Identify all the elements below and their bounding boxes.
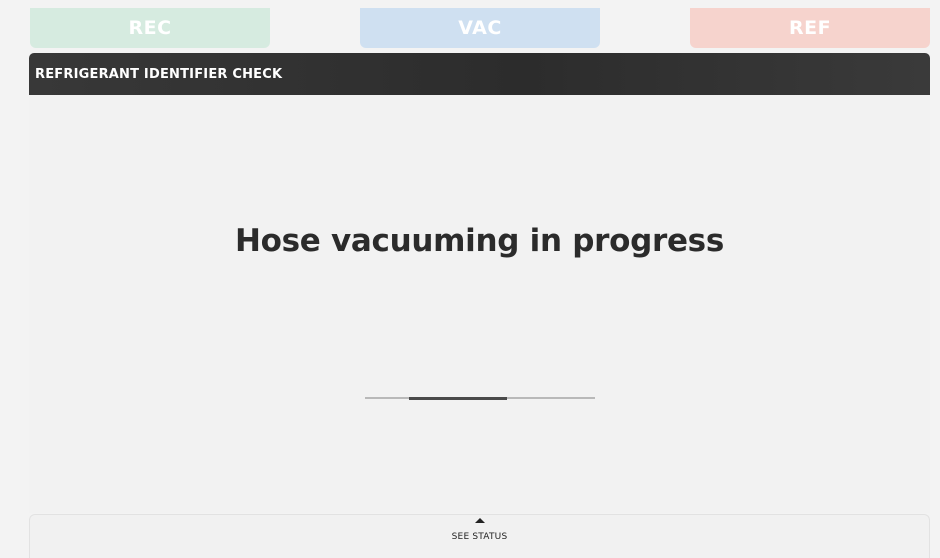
identifier-check-screen: REC VAC REF REFRIGERANT IDENTIFIER CHECK…: [0, 0, 940, 558]
see-status-label: SEE STATUS: [451, 532, 508, 542]
tab-vac[interactable]: VAC: [360, 8, 600, 48]
page-title: REFRIGERANT IDENTIFIER CHECK: [35, 66, 283, 82]
tab-vac-label: VAC: [458, 17, 502, 39]
tab-rec[interactable]: REC: [30, 8, 270, 48]
tab-ref-label: REF: [788, 17, 832, 39]
progress-bar: [365, 396, 595, 400]
status-message: Hose vacuuming in progress: [234, 223, 724, 259]
page-header: REFRIGERANT IDENTIFIER CHECK: [29, 53, 930, 95]
tab-ref[interactable]: REF: [690, 8, 930, 48]
tab-rec-label: REC: [128, 17, 172, 39]
main-panel: Hose vacuuming in progress: [29, 95, 930, 513]
caret-up-icon: [474, 518, 485, 523]
see-status-button[interactable]: SEE STATUS: [29, 514, 930, 558]
progress-indicator: [409, 396, 507, 400]
